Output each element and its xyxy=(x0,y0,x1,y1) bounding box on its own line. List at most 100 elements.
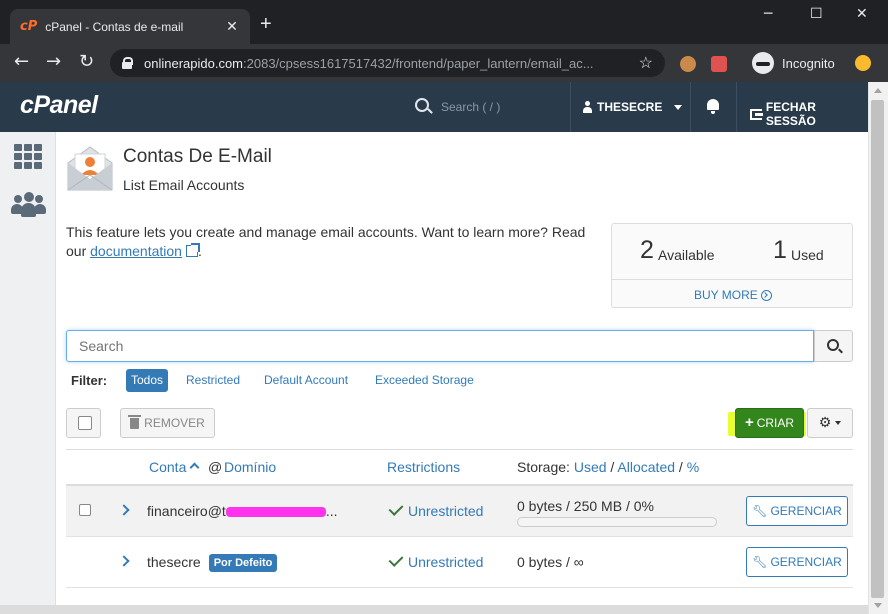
settings-dropdown-button[interactable]: ⚙ xyxy=(807,408,853,438)
bell-icon[interactable] xyxy=(706,99,720,114)
browser-tab[interactable]: cP cPanel - Contas de e-mail ✕ xyxy=(10,9,250,44)
available-label: Available xyxy=(658,247,715,263)
checkmark-icon xyxy=(388,552,404,567)
header-divider xyxy=(570,82,571,132)
remove-button[interactable]: REMOVER xyxy=(120,408,215,438)
storage-usage: 0 bytes / 250 MB / 0% xyxy=(517,498,654,514)
manage-label: GERENCIAR xyxy=(770,504,842,518)
cpanel-logo[interactable]: cPanel xyxy=(20,91,98,120)
account-search-input[interactable] xyxy=(66,330,814,362)
remove-label: REMOVER xyxy=(144,416,205,430)
maximize-window-icon[interactable]: ☐ xyxy=(810,6,823,22)
address-bar[interactable]: onlinerapido.com :2083/cpsess1617517432/… xyxy=(110,49,665,77)
select-all-checkbox[interactable] xyxy=(66,408,101,438)
filter-label: Filter: xyxy=(71,373,108,388)
search-icon xyxy=(415,98,429,112)
chevron-down-icon xyxy=(674,104,683,110)
page-subtitle: List Email Accounts xyxy=(123,177,245,193)
browser-toolbar: ← → ↻ onlinerapido.com :2083/cpsess16175… xyxy=(0,44,888,82)
restriction-status[interactable]: Unrestricted xyxy=(408,554,483,570)
storage-prefix: Storage: xyxy=(517,459,570,475)
column-account-sort[interactable]: Conta xyxy=(149,459,201,475)
create-button[interactable]: + CRIAR xyxy=(735,408,804,438)
filter-default-account[interactable]: Default Account xyxy=(259,369,353,392)
users-icon[interactable] xyxy=(11,192,46,218)
buy-more-label: BUY MORE xyxy=(694,288,758,302)
scrollbar-thumb[interactable] xyxy=(871,100,884,598)
used-label: Used xyxy=(791,247,824,263)
plus-icon: + xyxy=(744,414,754,431)
gear-icon: ⚙ xyxy=(818,415,832,431)
checkmark-icon xyxy=(388,501,404,516)
column-at-symbol: @ xyxy=(208,459,223,475)
storage-progress-bar xyxy=(517,517,717,527)
scroll-down-arrow-icon[interactable] xyxy=(874,603,882,608)
column-percent-sort[interactable]: % xyxy=(687,459,699,475)
logout-button[interactable]: FECHAR SESSÃO xyxy=(750,100,868,128)
column-restrictions-sort[interactable]: Restrictions xyxy=(387,459,460,475)
trash-icon xyxy=(128,414,142,429)
incognito-icon xyxy=(752,52,774,74)
manage-button[interactable]: 🔧︎ GERENCIAR xyxy=(746,496,848,526)
close-tab-icon[interactable]: ✕ xyxy=(224,18,240,35)
incognito-indicator[interactable]: Incognito xyxy=(752,52,835,74)
new-tab-icon[interactable]: + xyxy=(260,14,272,34)
stats-divider xyxy=(612,279,852,280)
close-window-icon[interactable]: ✕ xyxy=(856,6,868,22)
chevron-right-icon[interactable] xyxy=(118,555,130,567)
table-top-border xyxy=(66,449,853,450)
account-email: thesecre xyxy=(147,554,201,570)
username-label: THESECRE xyxy=(597,100,663,114)
storage-separator: / xyxy=(610,459,615,475)
column-allocated-sort[interactable]: Allocated xyxy=(617,459,675,475)
filter-all[interactable]: Todos xyxy=(126,369,169,392)
manage-button[interactable]: 🔧︎ GERENCIAR xyxy=(746,547,848,577)
forward-arrow-icon[interactable]: → xyxy=(46,53,61,71)
account-email: financeiro@t xyxy=(147,503,226,519)
column-domain-sort[interactable]: Domínio xyxy=(224,459,276,475)
column-used-sort[interactable]: Used xyxy=(574,459,607,475)
header-divider xyxy=(690,82,691,132)
account-name: financeiro@t... xyxy=(147,503,337,519)
cpanel-header: cPanel Search ( / ) THESECRE FECHAR SESS… xyxy=(0,82,868,132)
default-account-badge: Por Defeito xyxy=(208,554,278,572)
scroll-up-arrow-icon[interactable] xyxy=(874,88,882,93)
video-extension-icon[interactable] xyxy=(711,56,727,72)
manage-label: GERENCIAR xyxy=(770,555,842,569)
circle-arrow-right-icon xyxy=(760,289,772,301)
page-title: Contas De E-Mail xyxy=(123,146,272,167)
external-link-icon[interactable] xyxy=(185,243,200,257)
apps-grid-icon[interactable] xyxy=(14,144,43,170)
reload-icon[interactable]: ↻ xyxy=(79,53,94,71)
account-stats-panel: 2 Available 1 Used BUY MORE xyxy=(611,223,853,308)
table-row: thesecre Por Defeito Unrestricted 0 bytes… xyxy=(66,537,853,588)
buy-more-link[interactable]: BUY MORE xyxy=(694,288,772,302)
email-envelope-icon xyxy=(67,146,113,191)
sort-up-icon xyxy=(189,462,200,473)
filter-exceeded-storage[interactable]: Exceeded Storage xyxy=(370,369,479,392)
header-search-input[interactable]: Search ( / ) xyxy=(441,100,500,114)
underlying-window-strip xyxy=(0,605,868,614)
available-count: 2 xyxy=(640,236,654,264)
incognito-label: Incognito xyxy=(782,55,835,71)
column-account-label: Conta xyxy=(149,459,187,475)
wrench-icon: 🔧︎ xyxy=(752,555,768,569)
search-button[interactable] xyxy=(814,330,853,362)
sidebar xyxy=(0,132,56,614)
bookmark-star-icon[interactable]: ☆ xyxy=(639,53,653,73)
wrench-icon: 🔧︎ xyxy=(752,504,768,518)
user-menu-button[interactable]: THESECRE xyxy=(582,100,683,114)
browser-menu-icon[interactable] xyxy=(855,55,871,71)
back-arrow-icon[interactable]: ← xyxy=(14,53,29,71)
chevron-right-icon[interactable] xyxy=(118,504,130,516)
url-host: onlinerapido.com xyxy=(144,55,244,71)
minimize-window-icon[interactable]: ─ xyxy=(764,6,772,22)
documentation-link[interactable]: documentation xyxy=(90,243,182,259)
filter-restricted[interactable]: Restricted xyxy=(181,369,245,392)
cookie-extension-icon[interactable] xyxy=(680,56,696,72)
tab-title: cPanel - Contas de e-mail xyxy=(45,19,184,34)
row-checkbox[interactable] xyxy=(79,504,91,516)
restriction-status[interactable]: Unrestricted xyxy=(408,503,483,519)
table-row: financeiro@t... Unrestricted 0 bytes / 2… xyxy=(66,486,853,537)
logout-icon xyxy=(750,108,763,120)
